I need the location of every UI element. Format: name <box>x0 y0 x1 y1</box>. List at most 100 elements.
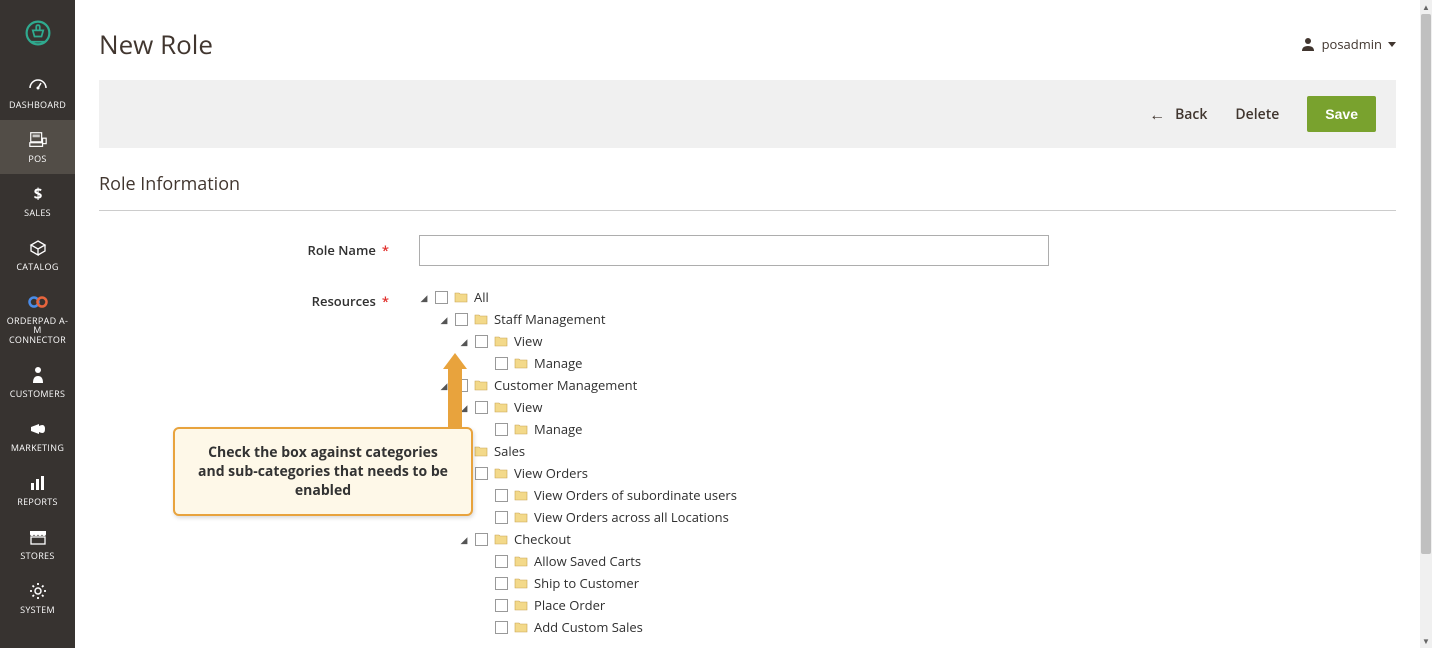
tree-node-label[interactable]: View <box>514 332 542 350</box>
tree-checkbox[interactable] <box>495 577 508 590</box>
scrollbar[interactable]: ▲ ▼ <box>1420 0 1432 648</box>
save-button[interactable]: Save <box>1307 96 1376 132</box>
tree-node: Allow Saved Carts <box>479 550 737 572</box>
tree-toggle-icon[interactable]: ◢ <box>439 445 449 458</box>
tree-checkbox[interactable] <box>475 335 488 348</box>
tree-node: Manage <box>479 352 737 374</box>
sidebar-item-customers[interactable]: CUSTOMERS <box>0 355 75 409</box>
horn-icon <box>28 419 48 439</box>
tree-node: ◢ Customer Management <box>439 374 737 396</box>
sidebar-label: REPORTS <box>17 497 58 507</box>
scroll-down-icon[interactable]: ▼ <box>1420 634 1432 648</box>
tree-node: ◢ View <box>459 396 737 418</box>
logo-icon <box>24 19 52 47</box>
tree-node-label[interactable]: Staff Management <box>494 310 606 328</box>
tree-node-label[interactable]: Sales <box>494 442 525 460</box>
tree-checkbox[interactable] <box>495 599 508 612</box>
cube-icon <box>28 238 48 258</box>
sidebar-label: DASHBOARD <box>9 100 66 110</box>
gear-icon <box>28 581 48 601</box>
tree-toggle-icon[interactable]: ◢ <box>459 401 469 414</box>
sidebar-item-stores[interactable]: STORES <box>0 517 75 571</box>
tree-node-label[interactable]: View Orders across all Locations <box>534 508 729 526</box>
tree-node-label[interactable]: Ship to Customer <box>534 574 639 592</box>
tree-toggle-icon[interactable]: ◢ <box>419 291 429 304</box>
main: New Role posadmin ← Back Delete Save Rol… <box>75 0 1432 648</box>
action-bar: ← Back Delete Save <box>99 80 1396 148</box>
tree-checkbox[interactable] <box>495 621 508 634</box>
caret-down-icon <box>1388 42 1396 47</box>
user-icon <box>1300 36 1316 52</box>
role-name-label: Role Name* <box>99 235 419 266</box>
section-title: Role Information <box>99 148 1396 211</box>
tree-node: View Orders across all Locations <box>479 506 737 528</box>
sidebar: DASHBOARD POS $ SALES CATALOG ORDERPAD A… <box>0 0 75 648</box>
tree-checkbox[interactable] <box>495 357 508 370</box>
back-button[interactable]: ← Back <box>1149 103 1207 125</box>
sidebar-label: MARKETING <box>11 443 64 453</box>
sidebar-item-reports[interactable]: REPORTS <box>0 463 75 517</box>
tree-node-label[interactable]: Checkout <box>514 530 571 548</box>
back-label: Back <box>1175 105 1207 124</box>
storefront-icon <box>28 527 48 547</box>
bars-icon <box>28 473 48 493</box>
tree-checkbox[interactable] <box>455 445 468 458</box>
tree-checkbox[interactable] <box>475 401 488 414</box>
delete-button[interactable]: Delete <box>1235 105 1279 124</box>
tree-node-label[interactable]: Customer Management <box>494 376 637 394</box>
tree-node: ◢ Staff Management <box>439 308 737 330</box>
person-icon <box>28 365 48 385</box>
sidebar-label: STORES <box>20 551 54 561</box>
tree-checkbox[interactable] <box>475 467 488 480</box>
tree-checkbox[interactable] <box>495 489 508 502</box>
tree-node: ◢ Sales <box>439 440 737 462</box>
tree-checkbox[interactable] <box>475 533 488 546</box>
tree-node-label[interactable]: Allow Saved Carts <box>534 552 641 570</box>
tree-toggle-icon[interactable]: ◢ <box>459 467 469 480</box>
sidebar-label: ORDERPAD A-M CONNECTOR <box>4 316 71 346</box>
tree-node: Ship to Customer <box>479 572 737 594</box>
sidebar-label: SYSTEM <box>20 605 55 615</box>
user-name: posadmin <box>1322 35 1382 53</box>
sidebar-item-pos[interactable]: POS <box>0 120 75 174</box>
tree-node-label[interactable]: View Orders <box>514 464 588 482</box>
tree-checkbox[interactable] <box>495 555 508 568</box>
sidebar-label: CATALOG <box>16 262 58 272</box>
tree-checkbox[interactable] <box>455 379 468 392</box>
resources-label: Resources* <box>99 286 419 638</box>
tree-node: ◢ Checkout <box>459 528 737 550</box>
tree-node-label[interactable]: Place Order <box>534 596 605 614</box>
tree-node-label[interactable]: Manage <box>534 420 582 438</box>
sidebar-item-marketing[interactable]: MARKETING <box>0 409 75 463</box>
sidebar-item-dashboard[interactable]: DASHBOARD <box>0 66 75 120</box>
tree-checkbox[interactable] <box>435 291 448 304</box>
tree-node: Add Custom Sales <box>479 616 737 638</box>
scroll-up-icon[interactable]: ▲ <box>1420 0 1432 14</box>
sidebar-item-system[interactable]: SYSTEM <box>0 571 75 625</box>
tree-toggle-icon[interactable]: ◢ <box>439 379 449 392</box>
gauge-icon <box>28 76 48 96</box>
sidebar-item-sales[interactable]: $ SALES <box>0 174 75 228</box>
tree-node-label[interactable]: View Orders of subordinate users <box>534 486 737 504</box>
tree-node: ◢ All <box>419 286 737 308</box>
tree-node-label[interactable]: Manage <box>534 354 582 372</box>
user-menu[interactable]: posadmin <box>1300 35 1396 53</box>
tree-node: ◢ View <box>459 330 737 352</box>
tree-toggle-icon[interactable]: ◢ <box>459 335 469 348</box>
dollar-icon: $ <box>28 184 48 204</box>
tree-node-label[interactable]: All <box>474 288 489 306</box>
sidebar-label: CUSTOMERS <box>10 389 65 399</box>
sidebar-item-catalog[interactable]: CATALOG <box>0 228 75 282</box>
tree-node-label[interactable]: Add Custom Sales <box>534 618 643 636</box>
tree-node: View Orders of subordinate users <box>479 484 737 506</box>
tree-toggle-icon[interactable]: ◢ <box>459 533 469 546</box>
scrollbar-thumb[interactable] <box>1421 14 1431 554</box>
tree-checkbox[interactable] <box>455 313 468 326</box>
tree-checkbox[interactable] <box>495 511 508 524</box>
tree-node-label[interactable]: View <box>514 398 542 416</box>
tree-toggle-icon[interactable]: ◢ <box>439 313 449 326</box>
register-icon <box>28 130 48 150</box>
role-name-input[interactable] <box>419 235 1049 266</box>
tree-checkbox[interactable] <box>495 423 508 436</box>
sidebar-item-connector[interactable]: ORDERPAD A-M CONNECTOR <box>0 282 75 356</box>
